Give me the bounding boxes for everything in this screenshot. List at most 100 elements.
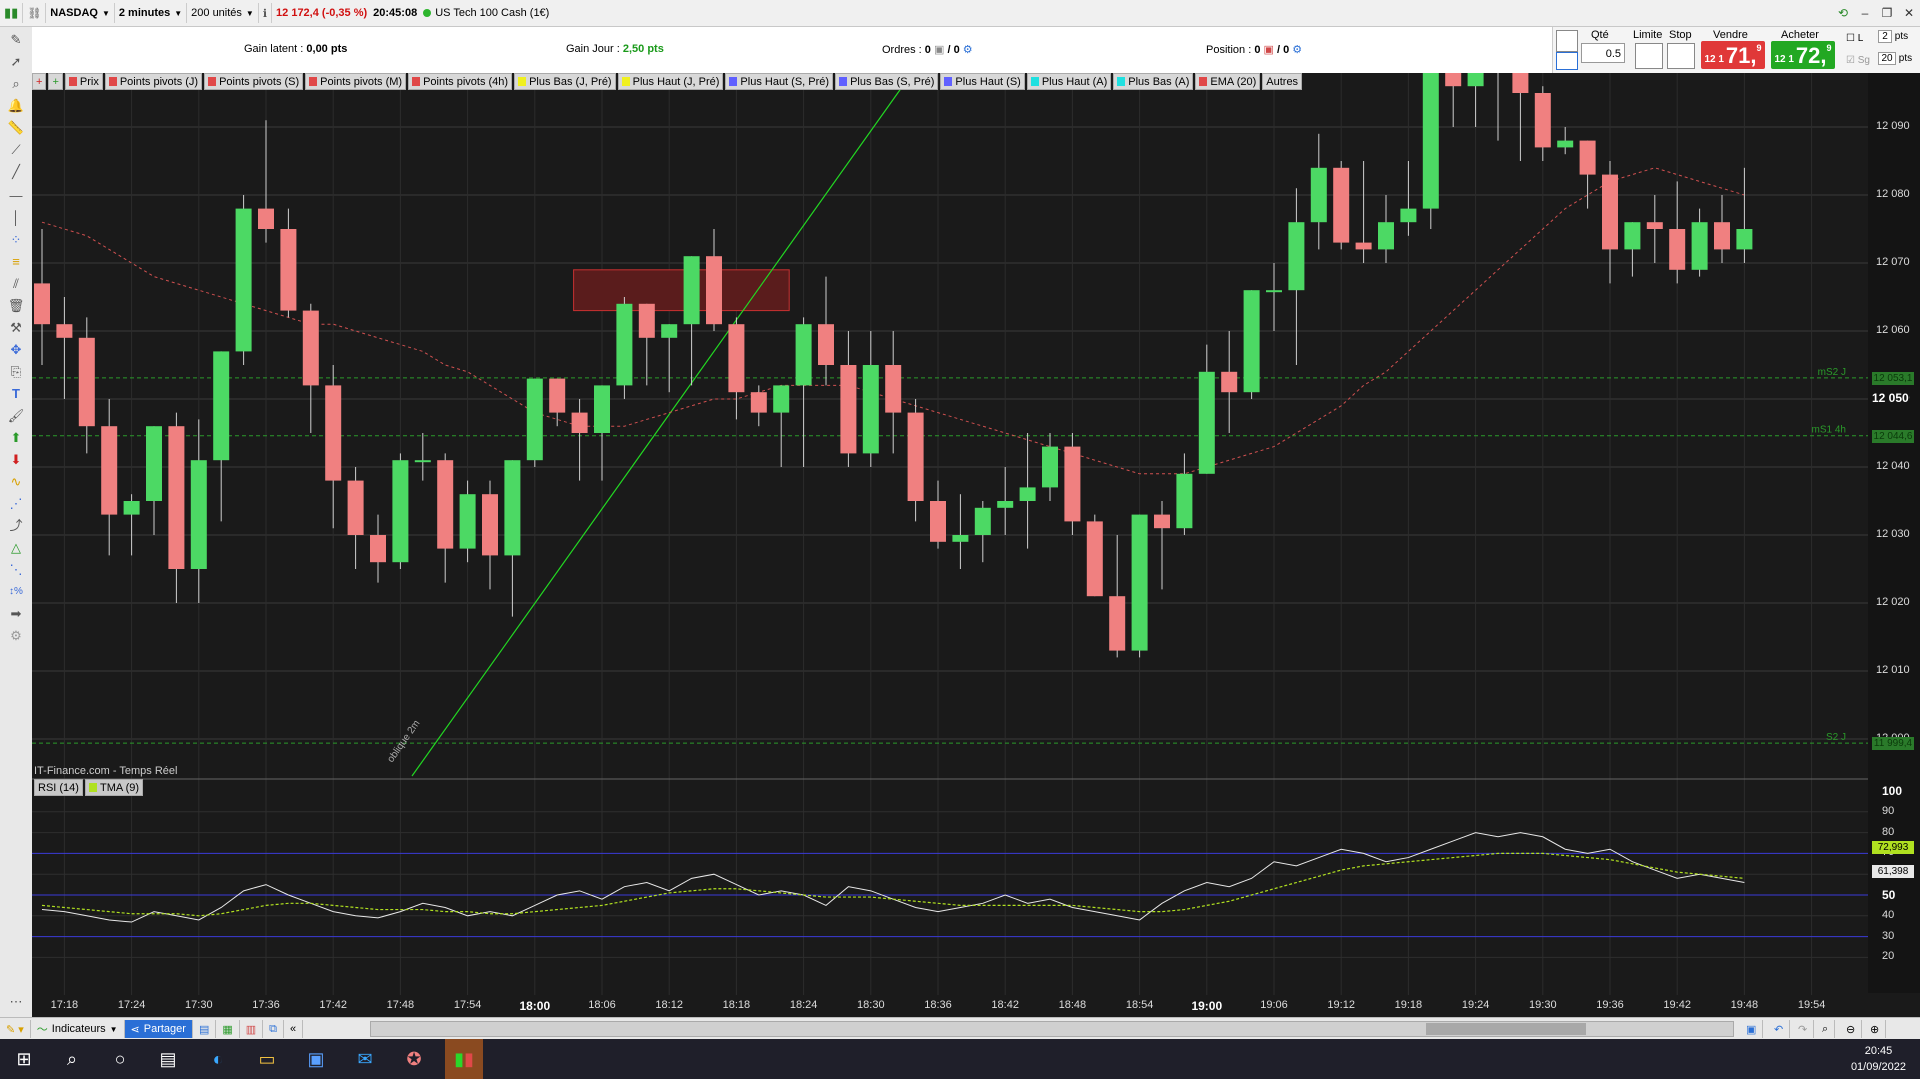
time-axis[interactable]: 17:18 17:24 17:30 17:36 17:42 17:48 17:54 18:00… xyxy=(32,995,1868,1017)
info-icon[interactable]: ℹ xyxy=(259,3,273,23)
undo-icon[interactable]: ↶ xyxy=(1768,1020,1791,1038)
hline-icon[interactable]: ― xyxy=(6,187,26,205)
app-icon[interactable]: ✪ xyxy=(402,1047,426,1071)
arrow-right-icon[interactable]: ➡ xyxy=(6,605,26,623)
settings-icon[interactable]: ⚙ xyxy=(6,627,26,645)
down-arrow-icon[interactable]: ⬇ xyxy=(6,451,26,469)
mail-icon[interactable]: ✉ xyxy=(353,1047,377,1071)
pts-stepper-1[interactable]: 2 pts xyxy=(1878,30,1908,43)
indicator-tag[interactable]: Autres xyxy=(1262,73,1303,90)
checkbox-l[interactable]: ☐ L xyxy=(1846,33,1863,44)
chart-type-icon[interactable]: ▮▮ xyxy=(0,3,24,23)
gear-icon[interactable]: ⚙ xyxy=(1292,44,1302,56)
dots-icon[interactable]: ⋱ xyxy=(6,561,26,579)
indicator-tag[interactable]: Plus Bas (S, Pré) xyxy=(835,73,939,90)
minimize-icon[interactable]: – xyxy=(1854,6,1876,20)
fibo-icon[interactable]: ≡ xyxy=(6,253,26,271)
indicator-tag[interactable]: Plus Bas (J, Pré) xyxy=(514,73,616,90)
brush-icon[interactable]: 🖌 xyxy=(6,407,26,425)
rsi-indicator-tag[interactable]: RSI (14) xyxy=(34,779,83,796)
scroll-left-icon[interactable]: « xyxy=(284,1020,304,1038)
layout-icon[interactable]: ▤ xyxy=(193,1020,217,1038)
list-icon[interactable]: ▦ xyxy=(216,1020,240,1038)
alert-icon[interactable]: 🔔 xyxy=(6,97,26,115)
indicator-tag[interactable]: Plus Haut (S, Pré) xyxy=(725,73,834,90)
wrench-icon[interactable] xyxy=(1556,30,1578,52)
units-select[interactable]: 200 unités ▼ xyxy=(187,3,259,23)
indicator-tag[interactable]: Plus Haut (A) xyxy=(1026,73,1112,90)
windows-start-icon[interactable]: ⊞ xyxy=(12,1047,36,1071)
add-indicator-button[interactable]: + xyxy=(32,73,47,90)
segment-icon[interactable]: ⟋ xyxy=(6,141,26,159)
redo-icon[interactable]: ↷ xyxy=(1792,1020,1815,1038)
price-axis[interactable]: 12 090 12 080 12 070 12 060 12 050 12 040 12 0… xyxy=(1868,73,1920,993)
order-icon[interactable]: ▣ xyxy=(934,44,944,56)
buy-button[interactable]: 12 1 72, 9 xyxy=(1771,41,1835,69)
delete-icon[interactable]: 🗑 xyxy=(6,297,26,315)
indicator-tag[interactable]: Prix xyxy=(64,73,103,90)
sell-button[interactable]: 12 1 71, 9 xyxy=(1701,41,1765,69)
text-icon[interactable]: T xyxy=(6,385,26,403)
share-button[interactable]: ⋖ Partager xyxy=(124,1020,193,1038)
search-icon[interactable]: ⌕ xyxy=(60,1047,84,1071)
checkbox-sg[interactable]: ☑ Sg xyxy=(1846,55,1870,66)
pencil-icon[interactable]: ✎ xyxy=(6,31,26,49)
zoom-fit-icon[interactable]: ⌕ xyxy=(1816,1020,1836,1038)
indicator-tag[interactable]: EMA (20) xyxy=(1195,73,1261,90)
triangle-icon[interactable]: △ xyxy=(6,539,26,557)
indicator-tag[interactable]: Points pivots (J) xyxy=(104,73,203,90)
add-overlay-button[interactable]: + xyxy=(48,73,63,90)
quantity-input[interactable]: 0.5 xyxy=(1581,43,1625,63)
position[interactable]: Position : 0 ▣ / 0 ⚙ xyxy=(1206,43,1302,56)
table-icon[interactable]: ▥ xyxy=(240,1020,264,1038)
indicator-tag[interactable]: Points pivots (4h) xyxy=(408,73,513,90)
up-arrow-icon[interactable]: ⬆ xyxy=(6,429,26,447)
timeframe-select[interactable]: 2 minutes ▼ xyxy=(115,3,188,23)
indicator-tag[interactable]: Plus Haut (S) xyxy=(940,73,1025,90)
zoom-in-icon[interactable]: ⊕ xyxy=(1864,1020,1887,1038)
price-chart[interactable]: mS2 JmS1 4hS2 Joblique 2m xyxy=(32,73,1868,995)
link-icon[interactable]: ⛓ xyxy=(23,3,47,23)
window-icon[interactable]: ⧉ xyxy=(263,1020,285,1038)
move-icon[interactable]: ✥ xyxy=(6,341,26,359)
pts-stepper-2[interactable]: 20 pts xyxy=(1878,52,1912,65)
pencil-icon[interactable]: ✎ ▾ xyxy=(0,1020,31,1038)
refresh-icon[interactable]: ⟲ xyxy=(1832,6,1854,20)
cortana-icon[interactable]: ○ xyxy=(108,1047,132,1071)
copy-icon[interactable]: ⎘ xyxy=(6,363,26,381)
edge-icon[interactable]: ◐ xyxy=(206,1047,230,1071)
cursor-icon[interactable]: ➚ xyxy=(6,53,26,71)
channel-icon[interactable]: ⫽ xyxy=(6,275,26,293)
points-icon[interactable]: ⁘ xyxy=(6,231,26,249)
line-icon[interactable]: ╱ xyxy=(6,163,26,181)
pattern-icon[interactable]: ⋰ xyxy=(6,495,26,513)
restore-icon[interactable]: ❐ xyxy=(1876,6,1898,20)
prorealtime-icon[interactable]: ▮▮ xyxy=(445,1039,483,1079)
indicator-tag[interactable]: Plus Haut (J, Pré) xyxy=(617,73,724,90)
indicator-tag[interactable]: Points pivots (M) xyxy=(305,73,407,90)
keyboard-icon[interactable] xyxy=(1556,52,1578,70)
vline-icon[interactable]: │ xyxy=(6,209,26,227)
indicator-tag[interactable]: Points pivots (S) xyxy=(204,73,304,90)
explorer-icon[interactable]: ▭ xyxy=(255,1047,279,1071)
ordres[interactable]: Ordres : 0 ▣ / 0 ⚙ xyxy=(882,43,973,56)
indicators-button[interactable]: 〜 Indicateurs ▼ xyxy=(31,1020,125,1038)
gear-icon[interactable]: ⚙ xyxy=(963,44,973,56)
more-icon[interactable]: ⋯ xyxy=(6,993,26,1011)
zoom-icon[interactable]: ⌕ xyxy=(6,75,26,93)
close-icon[interactable]: ✕ xyxy=(1898,6,1920,20)
tools-icon[interactable]: ⚒ xyxy=(6,319,26,337)
position-icon[interactable]: ▣ xyxy=(1264,44,1274,56)
rsi-indicator-tag[interactable]: TMA (9) xyxy=(84,779,144,796)
indicator-tag[interactable]: Plus Bas (A) xyxy=(1113,73,1194,90)
trend-icon[interactable]: ⤴ xyxy=(6,517,26,535)
stop-order-button[interactable] xyxy=(1667,43,1695,69)
chart-scrollbar[interactable] xyxy=(370,1021,1734,1037)
zoom-out-icon[interactable]: ⊖ xyxy=(1840,1020,1863,1038)
task-view-icon[interactable]: ▤ xyxy=(156,1047,180,1071)
limit-order-button[interactable] xyxy=(1635,43,1663,69)
wave-icon[interactable]: ∿ xyxy=(6,473,26,491)
ruler-icon[interactable]: 📏 xyxy=(6,119,26,137)
screenshot-icon[interactable]: ▣ xyxy=(1740,1020,1764,1038)
store-icon[interactable]: ▣ xyxy=(304,1047,328,1071)
